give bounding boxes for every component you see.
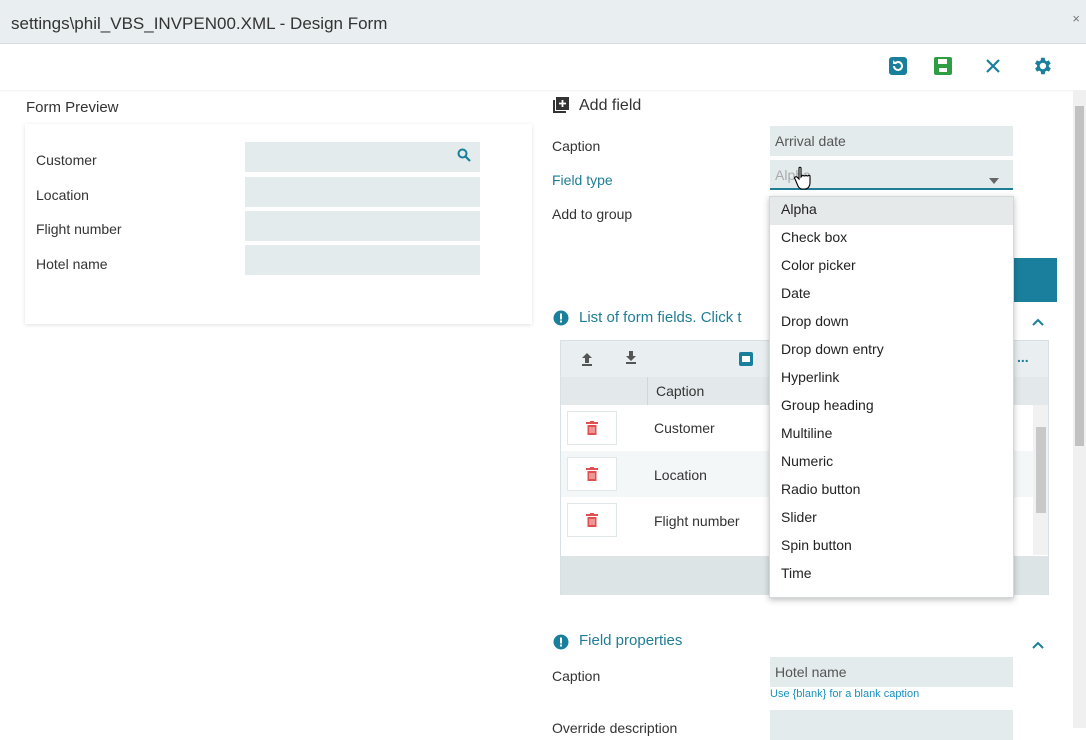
list-of-form-fields-heading: List of form fields. Click t — [579, 309, 742, 326]
option-drop-down[interactable]: Drop down — [770, 309, 1013, 337]
option-multiline[interactable]: Multiline — [770, 421, 1013, 449]
field-properties-heading: Field properties — [579, 632, 683, 649]
chevron-down-icon — [989, 171, 999, 187]
page-scrollbar[interactable] — [1073, 90, 1086, 728]
field-type-label: Field type — [552, 172, 613, 188]
save-icon[interactable] — [931, 54, 955, 78]
row-caption-location: Location — [654, 467, 707, 483]
preview-location-input[interactable] — [245, 177, 480, 207]
preview-label-customer: Customer — [36, 152, 97, 168]
preview-label-hotel-name: Hotel name — [36, 256, 108, 272]
properties-caption-label: Caption — [552, 668, 601, 684]
option-alpha[interactable]: Alpha — [770, 197, 1013, 225]
info-icon — [553, 634, 569, 653]
grid-header-caption: Caption — [656, 383, 705, 399]
option-hyperlink[interactable]: Hyperlink — [770, 365, 1013, 393]
add-field-button[interactable] — [1013, 258, 1057, 302]
search-icon[interactable] — [457, 148, 471, 165]
override-description-input[interactable] — [770, 710, 1013, 740]
move-up-icon[interactable] — [581, 352, 593, 369]
page-scroll-thumb[interactable] — [1075, 106, 1084, 446]
window-title: settings\phil_VBS_INVPEN00.XML - Design … — [11, 14, 388, 33]
preview-hotel-name-input[interactable] — [245, 245, 480, 275]
override-description-label: Override description — [552, 720, 678, 736]
collapse-properties-icon[interactable] — [1032, 636, 1044, 652]
form-preview-heading: Form Preview — [26, 99, 119, 116]
add-to-group-label: Add to group — [552, 206, 633, 222]
add-field-heading: Add field — [579, 97, 642, 114]
option-time[interactable]: Time — [770, 561, 1013, 589]
option-group-heading[interactable]: Group heading — [770, 393, 1013, 421]
trash-icon — [586, 513, 598, 527]
info-icon — [553, 310, 569, 329]
caption-input[interactable]: Arrival date — [770, 126, 1013, 156]
row-caption-customer: Customer — [654, 420, 715, 436]
option-radio-button[interactable]: Radio button — [770, 477, 1013, 505]
option-slider[interactable]: Slider — [770, 505, 1013, 533]
trash-icon — [586, 467, 598, 481]
gear-icon[interactable] — [1030, 54, 1054, 78]
option-drop-down-entry[interactable]: Drop down entry — [770, 337, 1013, 365]
trash-icon — [586, 421, 598, 435]
grid-scroll-thumb[interactable] — [1036, 427, 1046, 513]
preview-customer-input[interactable] — [245, 142, 480, 172]
field-type-dropdown: Alpha Check box Color picker Date Drop d… — [769, 196, 1014, 598]
delete-button[interactable] — [567, 457, 617, 491]
refresh-icon[interactable] — [886, 54, 910, 78]
preview-label-flight-number: Flight number — [36, 221, 122, 237]
delete-button[interactable] — [567, 411, 617, 445]
option-spin-button[interactable]: Spin button — [770, 533, 1013, 561]
caption-label: Caption — [552, 138, 601, 154]
properties-caption-input[interactable]: Hotel name — [770, 657, 1013, 687]
window-close-button[interactable]: × — [1072, 11, 1080, 26]
delete-button[interactable] — [567, 503, 617, 537]
add-box-icon — [553, 97, 571, 115]
move-down-icon[interactable] — [625, 350, 637, 367]
option-numeric[interactable]: Numeric — [770, 449, 1013, 477]
close-icon[interactable] — [981, 54, 1005, 78]
pdf-icon[interactable] — [739, 352, 753, 369]
preview-label-location: Location — [36, 187, 89, 203]
preview-flight-number-input[interactable] — [245, 211, 480, 241]
row-caption-flight-number: Flight number — [654, 513, 740, 529]
option-color-picker[interactable]: Color picker — [770, 253, 1013, 281]
title-bar: settings\phil_VBS_INVPEN00.XML - Design … — [0, 0, 1086, 44]
collapse-list-icon[interactable] — [1032, 313, 1044, 329]
grid-header-divider — [647, 377, 648, 405]
caption-hint: Use {blank} for a blank caption — [770, 688, 920, 700]
more-options-icon[interactable]: ... — [1017, 349, 1029, 365]
grid-scrollbar[interactable] — [1033, 405, 1048, 555]
hand-cursor-icon — [794, 166, 812, 193]
toolbar — [0, 44, 1086, 90]
option-date[interactable]: Date — [770, 281, 1013, 309]
option-check-box[interactable]: Check box — [770, 225, 1013, 253]
